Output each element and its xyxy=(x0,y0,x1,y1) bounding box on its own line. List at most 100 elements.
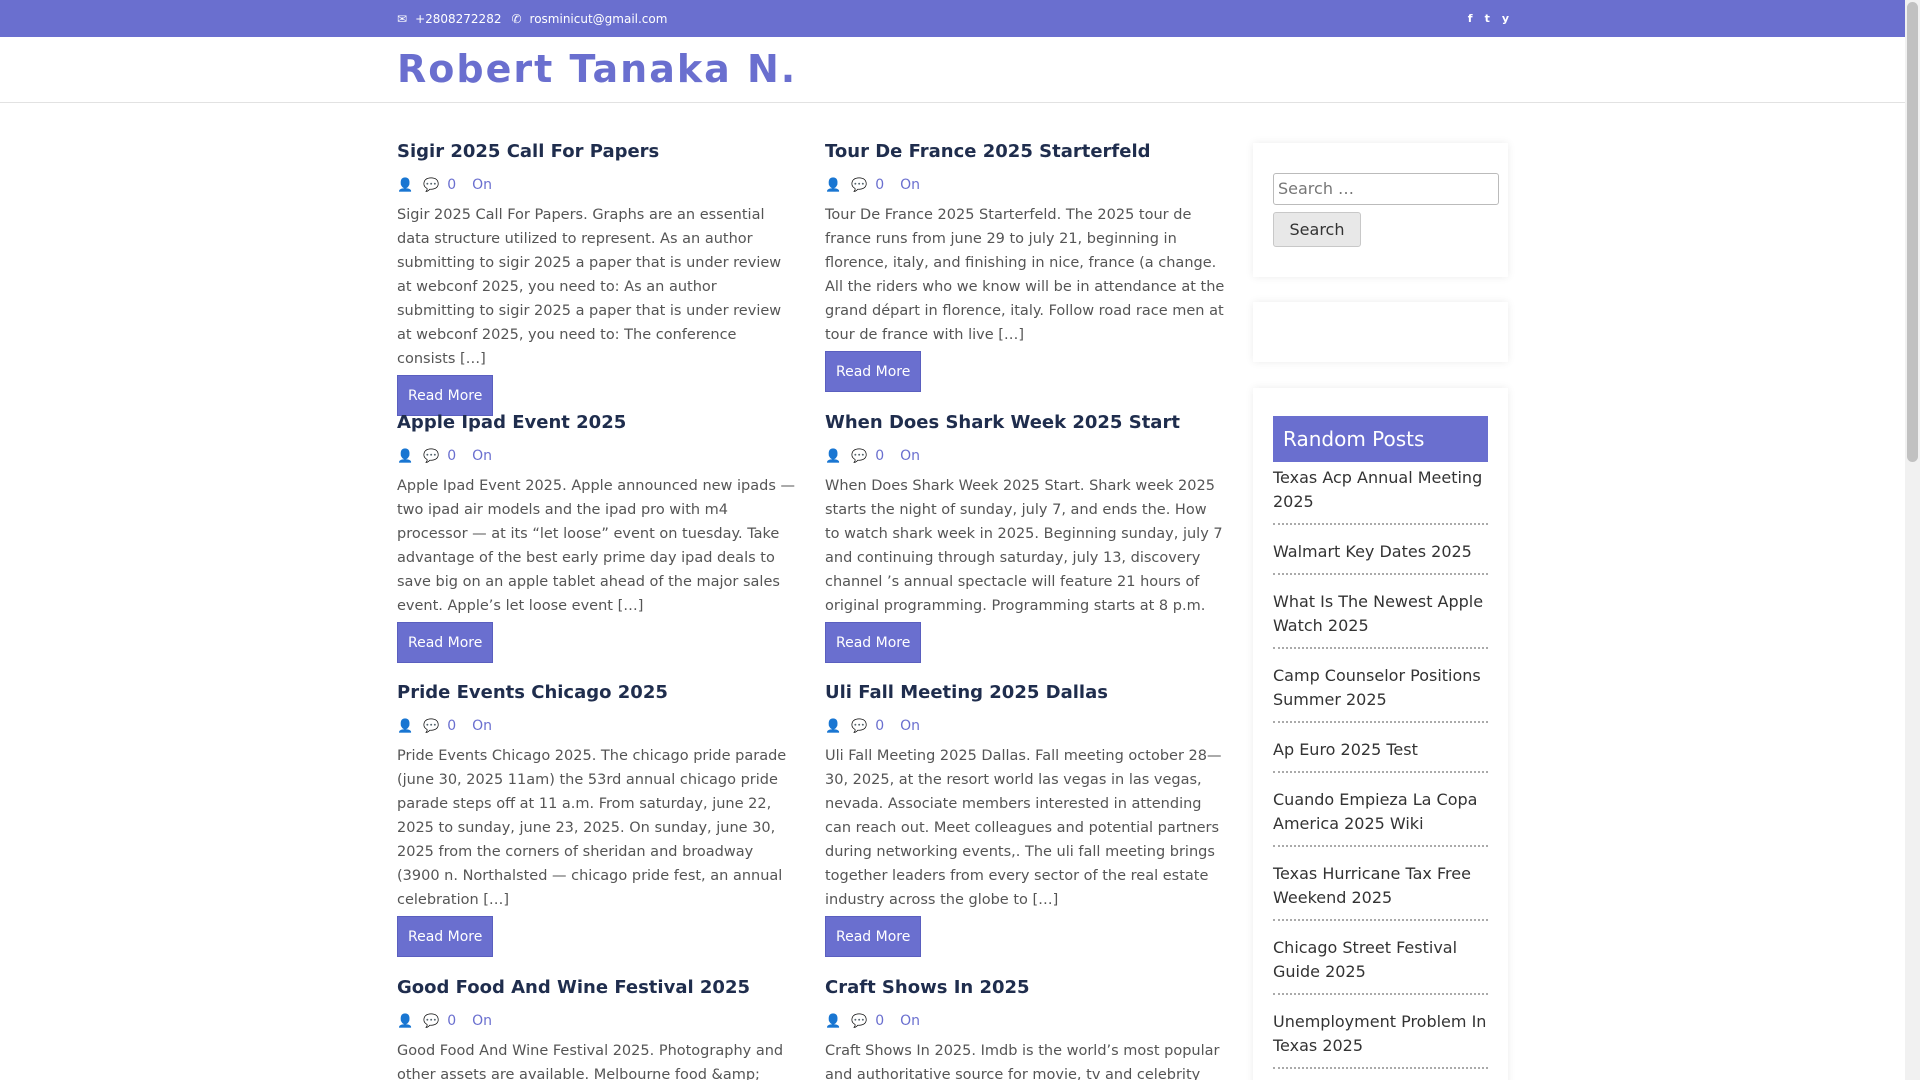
email-text: rosminicut@gmail.com xyxy=(529,11,668,26)
post-date-link[interactable]: On xyxy=(472,177,492,193)
comment-count[interactable]: 0 xyxy=(875,448,884,464)
post-card: Pride Events Chicago 2025 👤 💬 0 On Pride… xyxy=(397,681,797,957)
post-card: Uli Fall Meeting 2025 Dallas 👤 💬 0 On Ul… xyxy=(825,681,1225,957)
random-posts-widget: Random Posts Texas Acp Annual Meeting 20… xyxy=(1253,388,1508,1080)
post-meta: 👤 💬 0 On xyxy=(397,445,797,467)
twitter-icon[interactable]: t xyxy=(1485,12,1490,25)
comment-count[interactable]: 0 xyxy=(447,177,456,193)
post-title[interactable]: Uli Fall Meeting 2025 Dallas xyxy=(825,681,1225,705)
phone-icon: ✆ xyxy=(511,11,522,26)
comment-icon[interactable]: 💬 xyxy=(851,178,867,193)
search-button[interactable]: Search xyxy=(1273,212,1361,247)
phone-contact[interactable]: ✉ +2808272282 xyxy=(397,12,501,26)
post-excerpt: Uli Fall Meeting 2025 Dallas. Fall meeti… xyxy=(825,748,1222,908)
youtube-icon[interactable]: y xyxy=(1502,12,1509,25)
read-more-button[interactable]: Read More xyxy=(397,375,494,416)
post-date-link[interactable]: On xyxy=(900,1013,920,1029)
comment-icon[interactable]: 💬 xyxy=(423,178,439,193)
user-icon[interactable]: 👤 xyxy=(397,178,413,193)
site-title[interactable]: Robert Tanaka N. xyxy=(397,47,797,91)
post-title[interactable]: Tour De France 2025 Starterfeld xyxy=(825,140,1225,164)
user-icon[interactable]: 👤 xyxy=(825,719,841,734)
post-excerpt: Tour De France 2025 Starterfeld. The 202… xyxy=(825,207,1225,343)
random-posts-list: Texas Acp Annual Meeting 2025 Walmart Ke… xyxy=(1273,466,1488,1080)
top-bar: ✉ +2808272282 ✆ rosminicut@gmail.com f t… xyxy=(0,0,1905,37)
post-excerpt: Craft Shows In 2025. Imdb is the world’s… xyxy=(825,1043,1220,1080)
comment-icon[interactable]: 💬 xyxy=(851,449,867,464)
random-posts-title: Random Posts xyxy=(1273,416,1488,462)
facebook-icon[interactable]: f xyxy=(1468,12,1473,25)
comment-icon[interactable]: 💬 xyxy=(423,719,439,734)
comment-count[interactable]: 0 xyxy=(447,1013,456,1029)
post-meta: 👤 💬 0 On xyxy=(825,445,1225,467)
comment-icon[interactable]: 💬 xyxy=(851,719,867,734)
post-meta: 👤 💬 0 On xyxy=(825,174,1225,196)
comment-count[interactable]: 0 xyxy=(875,718,884,734)
email-contact[interactable]: ✆ rosminicut@gmail.com xyxy=(511,12,667,26)
post-title[interactable]: Craft Shows In 2025 xyxy=(825,976,1225,1000)
random-post-link[interactable]: Texas Hurricane Tax Free Weekend 2025 xyxy=(1273,862,1488,921)
post-title[interactable]: Sigir 2025 Call For Papers xyxy=(397,140,797,164)
read-more-button[interactable]: Read More xyxy=(825,916,922,957)
post-meta: 👤 💬 0 On xyxy=(825,1010,1225,1032)
post-title[interactable]: When Does Shark Week 2025 Start xyxy=(825,411,1225,435)
random-post-link[interactable]: Unemployment Problem In Texas 2025 xyxy=(1273,1010,1488,1069)
post-excerpt: Apple Ipad Event 2025. Apple announced n… xyxy=(397,478,796,614)
post-date-link[interactable]: On xyxy=(472,448,492,464)
random-post-link[interactable]: Cuando Empieza La Copa America 2025 Wiki xyxy=(1273,788,1488,847)
post-card: Apple Ipad Event 2025 👤 💬 0 On Apple Ipa… xyxy=(397,411,797,663)
comment-icon[interactable]: 💬 xyxy=(851,1014,867,1029)
envelope-icon: ✉ xyxy=(397,11,408,26)
social-links: f t y xyxy=(1468,0,1509,37)
read-more-button[interactable]: Read More xyxy=(397,622,494,663)
post-card: Craft Shows In 2025 👤 💬 0 On Craft Shows… xyxy=(825,976,1225,1080)
user-icon[interactable]: 👤 xyxy=(825,178,841,193)
post-excerpt: Pride Events Chicago 2025. The chicago p… xyxy=(397,748,787,908)
post-title[interactable]: Good Food And Wine Festival 2025 xyxy=(397,976,797,1000)
post-card: Sigir 2025 Call For Papers 👤 💬 0 On Sigi… xyxy=(397,140,797,416)
random-post-link[interactable]: Ap Euro 2025 Test xyxy=(1273,738,1488,773)
post-date-link[interactable]: On xyxy=(900,177,920,193)
random-post-link[interactable]: Texas Acp Annual Meeting 2025 xyxy=(1273,466,1488,525)
user-icon[interactable]: 👤 xyxy=(825,1014,841,1029)
page-scrollbar[interactable] xyxy=(1905,0,1920,1080)
post-meta: 👤 💬 0 On xyxy=(397,1010,797,1032)
search-widget: Search … Search xyxy=(1253,143,1508,277)
post-title[interactable]: Apple Ipad Event 2025 xyxy=(397,411,797,435)
random-post-link[interactable]: What Is The Newest Apple Watch 2025 xyxy=(1273,590,1488,649)
contact-info: ✉ +2808272282 ✆ rosminicut@gmail.com xyxy=(397,0,677,37)
post-title[interactable]: Pride Events Chicago 2025 xyxy=(397,681,797,705)
random-post-link[interactable]: Walmart Key Dates 2025 xyxy=(1273,540,1488,575)
post-card: When Does Shark Week 2025 Start 👤 💬 0 On… xyxy=(825,411,1225,663)
post-card: Good Food And Wine Festival 2025 👤 💬 0 O… xyxy=(397,976,797,1080)
post-date-link[interactable]: On xyxy=(900,448,920,464)
comment-count[interactable]: 0 xyxy=(447,448,456,464)
post-date-link[interactable]: On xyxy=(900,718,920,734)
user-icon[interactable]: 👤 xyxy=(397,719,413,734)
user-icon[interactable]: 👤 xyxy=(397,1014,413,1029)
user-icon[interactable]: 👤 xyxy=(825,449,841,464)
read-more-button[interactable]: Read More xyxy=(825,351,922,392)
post-date-link[interactable]: On xyxy=(472,1013,492,1029)
post-card: Tour De France 2025 Starterfeld 👤 💬 0 On… xyxy=(825,140,1225,392)
read-more-button[interactable]: Read More xyxy=(397,916,494,957)
random-post-link[interactable]: Chicago Street Festival Guide 2025 xyxy=(1273,936,1488,995)
comment-icon[interactable]: 💬 xyxy=(423,1014,439,1029)
post-meta: 👤 💬 0 On xyxy=(825,715,1225,737)
post-meta: 👤 💬 0 On xyxy=(397,174,797,196)
post-date-link[interactable]: On xyxy=(472,718,492,734)
read-more-button[interactable]: Read More xyxy=(825,622,922,663)
post-excerpt: When Does Shark Week 2025 Start. Shark w… xyxy=(825,478,1223,614)
post-excerpt: Good Food And Wine Festival 2025. Photog… xyxy=(397,1043,784,1080)
search-input[interactable]: Search … xyxy=(1273,173,1499,205)
comment-count[interactable]: 0 xyxy=(875,177,884,193)
post-meta: 👤 💬 0 On xyxy=(397,715,797,737)
random-post-link[interactable]: Camp Counselor Positions Summer 2025 xyxy=(1273,664,1488,723)
comment-count[interactable]: 0 xyxy=(875,1013,884,1029)
scrollbar-thumb[interactable] xyxy=(1907,2,1918,462)
user-icon[interactable]: 👤 xyxy=(397,449,413,464)
empty-widget xyxy=(1253,302,1508,362)
comment-count[interactable]: 0 xyxy=(447,718,456,734)
post-excerpt: Sigir 2025 Call For Papers. Graphs are a… xyxy=(397,207,782,367)
comment-icon[interactable]: 💬 xyxy=(423,449,439,464)
